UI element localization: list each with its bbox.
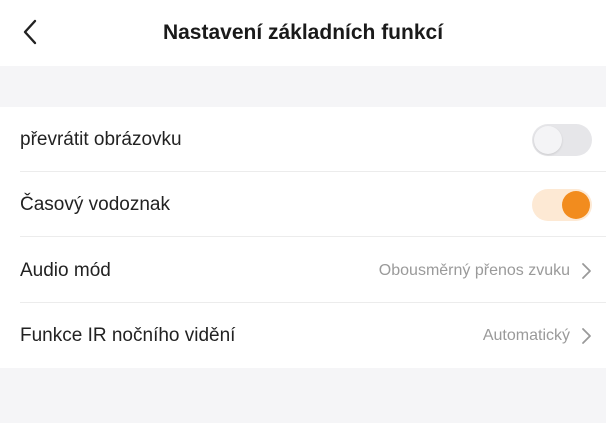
flip-screen-toggle[interactable] <box>532 124 592 156</box>
time-watermark-label: Časový vodoznak <box>20 194 170 215</box>
chevron-left-icon <box>23 19 37 45</box>
time-watermark-toggle[interactable] <box>532 189 592 221</box>
audio-mode-row[interactable]: Audio mód Obousměrný přenos zvuku <box>0 238 606 303</box>
header-bar: Nastavení základních funkcí <box>0 0 606 66</box>
flip-screen-label: převrátit obrázovku <box>20 129 182 150</box>
row-divider <box>20 236 606 237</box>
chevron-right-icon <box>582 328 591 344</box>
page-title: Nastavení základních funkcí <box>162 21 444 44</box>
section-spacer-bottom <box>0 368 606 423</box>
audio-mode-value: Obousměrný přenos zvuku <box>378 262 570 279</box>
toggle-knob <box>562 191 590 219</box>
ir-night-vision-value: Automatický <box>482 327 570 344</box>
time-watermark-row: Časový vodoznak <box>0 172 606 237</box>
audio-mode-label: Audio mód <box>20 260 111 281</box>
chevron-right-icon <box>582 263 591 279</box>
toggle-knob <box>534 126 562 154</box>
back-button[interactable] <box>12 12 48 52</box>
flip-screen-row: převrátit obrázovku <box>0 107 606 172</box>
ir-night-vision-row[interactable]: Funkce IR nočního vidění Automatický <box>0 303 606 368</box>
ir-night-vision-label: Funkce IR nočního vidění <box>20 325 236 346</box>
section-spacer-top <box>0 66 606 107</box>
